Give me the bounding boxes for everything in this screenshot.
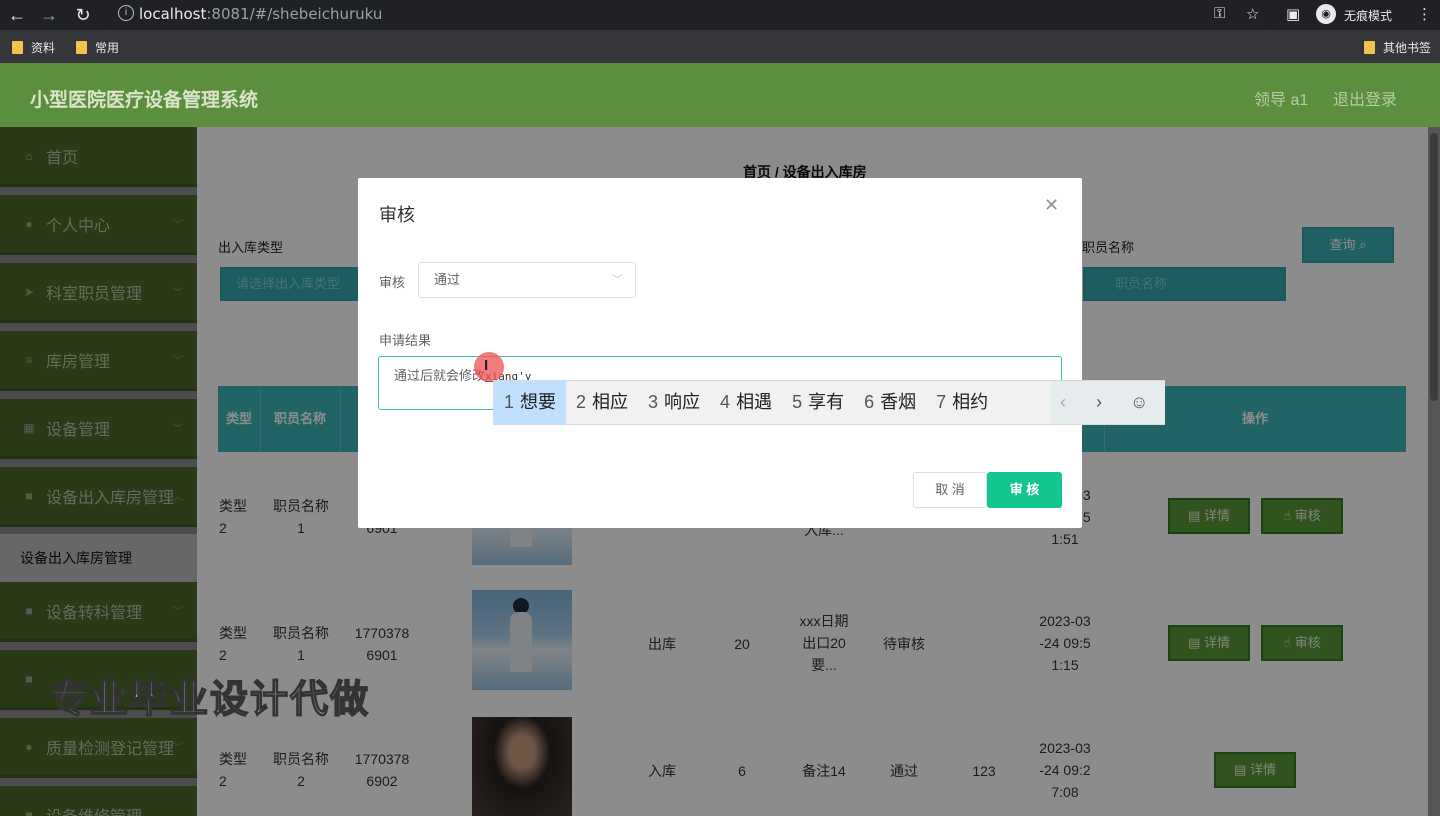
other-bookmarks[interactable]: 其他书签 <box>1364 39 1431 56</box>
bookmark-folder[interactable]: 常用 <box>76 39 119 56</box>
audit-select[interactable]: 通过 ﹀ <box>418 262 636 298</box>
audit-label: 审核 <box>379 275 406 290</box>
ime-candidate-bar: 1 想要 2 相应 3 响应 4 相遇 5 享有 6 香烟 7 相约 ‹ › ☺ <box>493 380 1165 425</box>
bookmarks-bar: 资料 常用 其他书签 <box>0 30 1440 63</box>
star-icon[interactable]: ☆ <box>1246 5 1259 23</box>
bookmark-folder[interactable]: 资料 <box>12 39 55 56</box>
ime-candidate[interactable]: 3 响应 <box>638 381 710 424</box>
text-cursor-icon: I <box>484 357 489 374</box>
app-header: 小型医院医疗设备管理系统 领导 a1 退出登录 <box>0 63 1440 127</box>
ime-candidate[interactable]: 6 香烟 <box>854 381 926 424</box>
forward-icon[interactable]: → <box>38 4 60 26</box>
chevron-down-icon: ﹀ <box>612 274 623 286</box>
browser-toolbar: ← → ↻ i localhost:8081/#/shebeichuruku ⚿… <box>0 0 1440 30</box>
current-user: 领导 a1 <box>1254 92 1309 109</box>
ime-candidate[interactable]: 5 享有 <box>782 381 854 424</box>
ime-candidate[interactable]: 1 想要 <box>494 381 567 424</box>
chevron-right-icon[interactable]: › <box>1096 381 1102 424</box>
folder-icon <box>1364 41 1375 54</box>
emoji-icon[interactable]: ☺ <box>1130 381 1148 424</box>
incognito-label: 无痕模式 <box>1344 9 1393 23</box>
dialog-title: 审核 <box>379 205 415 225</box>
watermark-text: 专业毕业设计代做 <box>49 678 371 722</box>
ime-candidate[interactable]: 4 相遇 <box>710 381 782 424</box>
menu-kebab-icon[interactable]: ⋮ <box>1417 5 1432 23</box>
incognito-icon: ◉ <box>1316 4 1336 24</box>
ime-candidate[interactable]: 2 相应 <box>566 381 638 424</box>
result-label: 申请结果 <box>379 333 432 348</box>
close-icon[interactable]: ✕ <box>1044 195 1059 216</box>
chevron-left-icon[interactable]: ‹ <box>1060 381 1066 424</box>
mouse-cursor-highlight <box>474 352 504 382</box>
app-title: 小型医院医疗设备管理系统 <box>30 90 259 111</box>
logout-link[interactable]: 退出登录 <box>1333 86 1397 110</box>
cancel-button[interactable]: 取 消 <box>913 472 987 508</box>
confirm-audit-button[interactable]: 审 核 <box>987 472 1062 508</box>
back-icon[interactable]: ← <box>6 4 28 26</box>
ime-candidate[interactable]: 7 相约 <box>926 381 998 424</box>
sidepanel-icon[interactable]: ▣ <box>1286 5 1300 23</box>
audit-dialog: 审核 ✕ 审核 通过 ﹀ 申请结果 通过后就会修改xiang'y 取 消 审 核 <box>358 178 1082 528</box>
site-info-icon[interactable]: i <box>118 5 134 21</box>
folder-icon <box>76 41 87 54</box>
folder-icon <box>12 41 23 54</box>
key-icon[interactable]: ⚿ <box>1214 5 1225 22</box>
url-text[interactable]: localhost:8081/#/shebeichuruku <box>139 5 382 23</box>
reload-icon[interactable]: ↻ <box>72 4 94 26</box>
